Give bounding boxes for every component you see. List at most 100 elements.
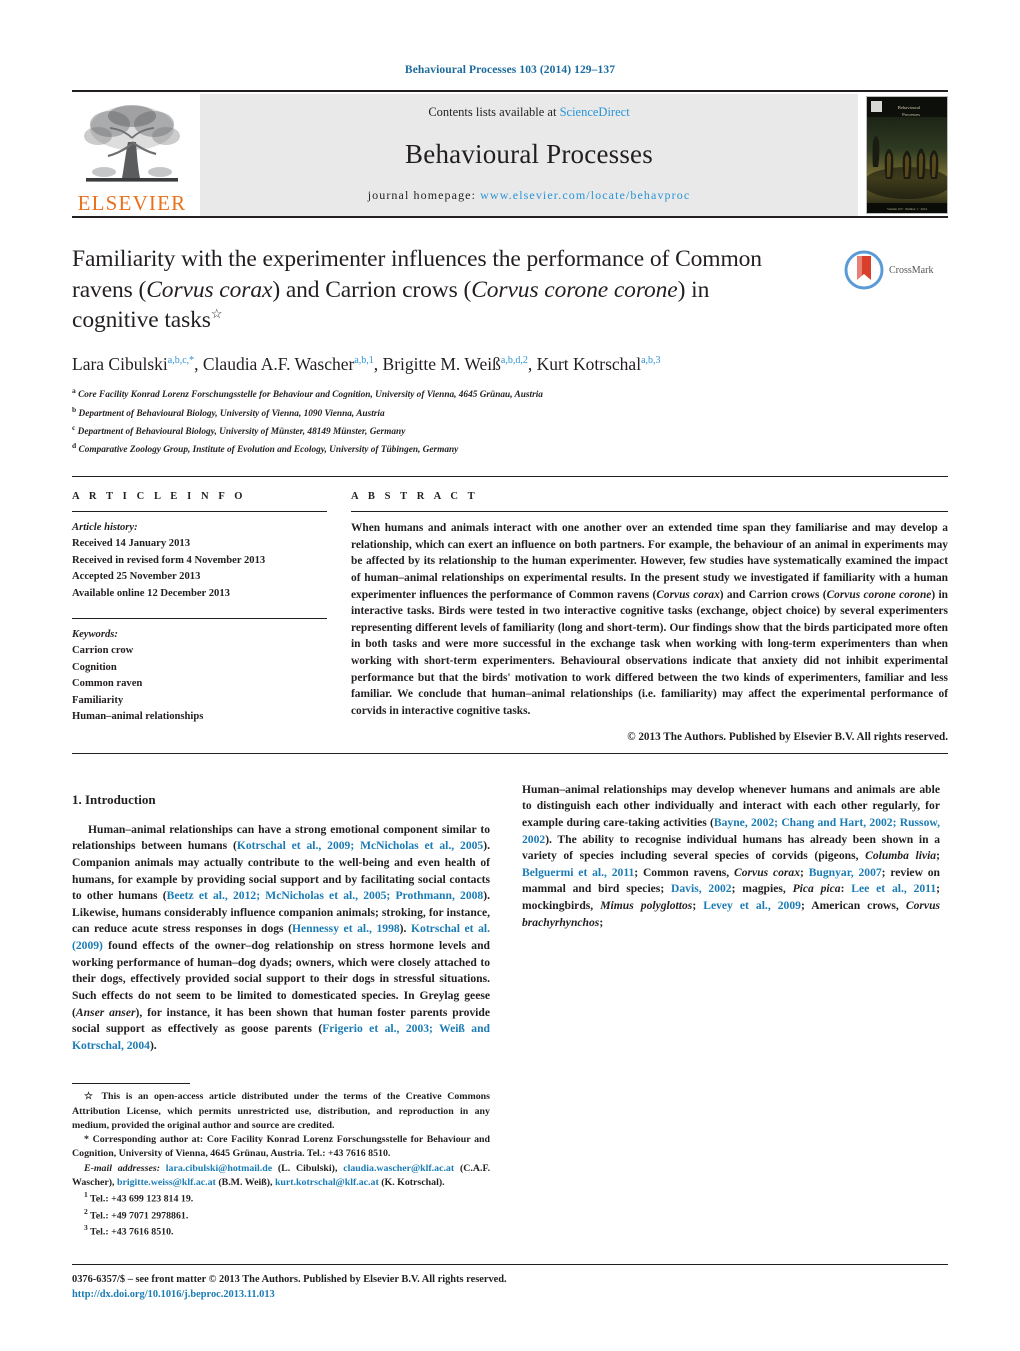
email-link[interactable]: brigitte.weiss@klf.ac.at: [117, 1177, 216, 1188]
footnote-tel: 2 Tel.: +49 7071 2978861.: [84, 1207, 490, 1224]
citation-link[interactable]: Davis, 2002: [671, 882, 732, 895]
abstract-species-1: Corvus corax: [656, 588, 720, 601]
intro-p2-d: ; Common ravens,: [634, 865, 735, 879]
footnote-mark: 3: [84, 1223, 88, 1233]
footnote-mark: 2: [84, 1206, 88, 1216]
citation-link[interactable]: Belguermi et al., 2011: [522, 866, 634, 879]
affiliation-text: Department of Behavioural Biology, Unive…: [77, 426, 406, 437]
affiliation-text: Comparative Zoology Group, Institute of …: [78, 444, 459, 455]
affiliation-mark: b: [72, 404, 77, 414]
keywords-group: Keywords: Carrion crow Cognition Common …: [72, 617, 327, 725]
footnote-corresponding-author: * Corresponding author at: Core Facility…: [72, 1134, 490, 1160]
keyword-item: Cognition: [72, 661, 117, 673]
elsevier-tree-icon: [84, 105, 180, 182]
abstract-column: A B S T R A C T When humans and animals …: [351, 491, 948, 743]
email-link[interactable]: claudia.wascher@klf.ac.at: [343, 1163, 454, 1174]
section-heading-introduction: 1. Introduction: [72, 791, 156, 807]
history-item: Received 14 January 2013: [72, 538, 190, 550]
author-affil-marks[interactable]: a,b,1: [354, 355, 373, 366]
history-item: Accepted 25 November 2013: [72, 571, 201, 583]
title-footnote-marker[interactable]: ☆: [211, 306, 223, 321]
info-abstract-bottom-rule: [72, 752, 948, 754]
intro-p1-d: ).: [399, 922, 411, 936]
body-column-left: 1. Introduction Human–animal relationshi…: [72, 782, 490, 1240]
article-history-label: Article history:: [72, 521, 138, 533]
author-name: Kurt Kotrschal: [536, 353, 642, 374]
citation-link[interactable]: Beetz et al., 2012; McNicholas et al., 2…: [167, 889, 484, 902]
homepage-label: journal homepage:: [367, 188, 477, 202]
citation-link[interactable]: Hennessy et al., 1998: [292, 922, 400, 935]
citation-link[interactable]: Kotrschal et al., 2009; McNicholas et al…: [237, 839, 483, 852]
svg-text:Processes: Processes: [902, 112, 920, 117]
author-affil-marks[interactable]: a,b,d,2: [501, 355, 528, 366]
contents-prefix: Contents lists available at: [428, 105, 560, 119]
footnote-mark: 1: [84, 1190, 88, 1200]
body-section: 1. Introduction Human–animal relationshi…: [72, 768, 948, 1240]
author-affil-marks[interactable]: a,b,c,*: [168, 355, 194, 366]
email-link[interactable]: lara.cibulski@hotmail.de: [166, 1163, 272, 1174]
title-species-1: Corvus corax: [146, 276, 273, 303]
email-addresses-label: E-mail addresses:: [84, 1162, 160, 1174]
abstract-rule: [351, 510, 948, 512]
keyword-item: Human–animal relationships: [72, 711, 204, 723]
journal-cover-thumbnail: Behavioural Processes Volume 103 · Numbe…: [866, 96, 948, 214]
homepage-url-link[interactable]: www.elsevier.com/locate/behavproc: [480, 188, 690, 202]
article-info-rule: [72, 510, 327, 512]
crossmark-badge[interactable]: CrossMark: [844, 247, 948, 293]
affiliation-mark: c: [72, 422, 76, 432]
abstract-copyright: © 2013 The Authors. Published by Elsevie…: [627, 730, 948, 743]
intro-species-mimus: Mimus polyglottos: [600, 899, 693, 913]
doi-link[interactable]: http://dx.doi.org/10.1016/j.beproc.2013.…: [72, 1289, 275, 1300]
title-species-2: Corvus corone: [471, 276, 609, 303]
intro-p2-h: :: [840, 882, 852, 896]
sciencedirect-link[interactable]: ScienceDirect: [560, 105, 630, 119]
email-owner: (B.M. Weiß): [218, 1176, 270, 1188]
email-owner: (L. Cibulski): [277, 1162, 335, 1174]
intro-p2-e: ;: [800, 865, 809, 879]
citation-link[interactable]: Levey et al., 2009: [703, 899, 801, 912]
intro-paragraph-1: Human–animal relationships can have a st…: [72, 822, 490, 1055]
article-info-heading: A R T I C L E I N F O: [72, 490, 247, 502]
citation-link[interactable]: Lee et al., 2011: [851, 882, 936, 895]
article-history-group: Article history: Received 14 January 201…: [72, 520, 327, 602]
footnote-tel: 1 Tel.: +43 699 123 814 19.: [84, 1190, 490, 1207]
elsevier-wordmark: ELSEVIER: [77, 191, 187, 215]
keyword-item: Familiarity: [72, 694, 124, 706]
email-link[interactable]: kurt.kotrschal@klf.ac.at: [275, 1177, 379, 1188]
affiliation-item: d Comparative Zoology Group, Institute o…: [72, 440, 948, 458]
author-list: Lara Cibulskia,b,c,*, Claudia A.F. Wasch…: [72, 353, 661, 374]
footnote-emails: E-mail addresses: lara.cibulski@hotmail.…: [72, 1162, 491, 1188]
footnote-open-access: ☆ This is an open-access article distrib…: [72, 1091, 490, 1131]
intro-p2-k: ; American crows,: [800, 899, 906, 913]
abstract-part-2: ) and Carrion crows (: [719, 588, 827, 601]
masthead-top-rule: [72, 90, 948, 92]
affiliation-item: b Department of Behavioural Biology, Uni…: [72, 404, 948, 422]
affiliation-item: c Department of Behavioural Biology, Uni…: [72, 422, 948, 440]
abstract-text: When humans and animals interact with on…: [351, 520, 948, 720]
email-owner: (K. Kotrschal): [381, 1176, 443, 1188]
svg-text:Volume 103 · Number 1 · 2014: Volume 103 · Number 1 · 2014: [887, 207, 927, 211]
intro-p2-g: ; magpies,: [731, 882, 793, 896]
intro-species-columba: Columba livia: [865, 849, 937, 863]
affiliation-list: a Core Facility Konrad Lorenz Forschungs…: [72, 385, 948, 458]
body-column-right: Human–animal relationships may develop w…: [522, 782, 940, 1240]
citation-link[interactable]: Bugnyar, 2007: [809, 866, 882, 879]
history-item: Received in revised form 4 November 2013: [72, 554, 266, 566]
intro-p1-g: ).: [149, 1038, 157, 1052]
running-head: Behavioural Processes 103 (2014) 129–137: [404, 64, 616, 76]
keywords-label: Keywords:: [72, 628, 118, 640]
journal-title: Behavioural Processes: [405, 138, 653, 169]
masthead-container: ELSEVIER Contents lists available at Sci…: [72, 90, 948, 218]
footnote-tel: 3 Tel.: +43 7616 8510.: [84, 1223, 490, 1240]
author-affil-marks[interactable]: a,b,3: [641, 355, 660, 366]
footnotes-block: ☆ This is an open-access article distrib…: [72, 1076, 490, 1239]
intro-species-pica: Pica pica: [792, 882, 841, 896]
masthead: ELSEVIER Contents lists available at Sci…: [72, 94, 948, 216]
abstract-species-2: Corvus corone corone: [826, 588, 932, 601]
elsevier-logo: ELSEVIER: [72, 94, 192, 216]
author-name: Lara Cibulski: [72, 353, 168, 374]
footnote-tel-text: Tel.: +43 7616 8510.: [90, 1226, 174, 1238]
page-title: Familiarity with the experimenter influe…: [72, 244, 772, 336]
title-block: CrossMark Familiarity with the experimen…: [72, 244, 948, 458]
footnote-tel-text: Tel.: +49 7071 2978861.: [90, 1209, 189, 1221]
